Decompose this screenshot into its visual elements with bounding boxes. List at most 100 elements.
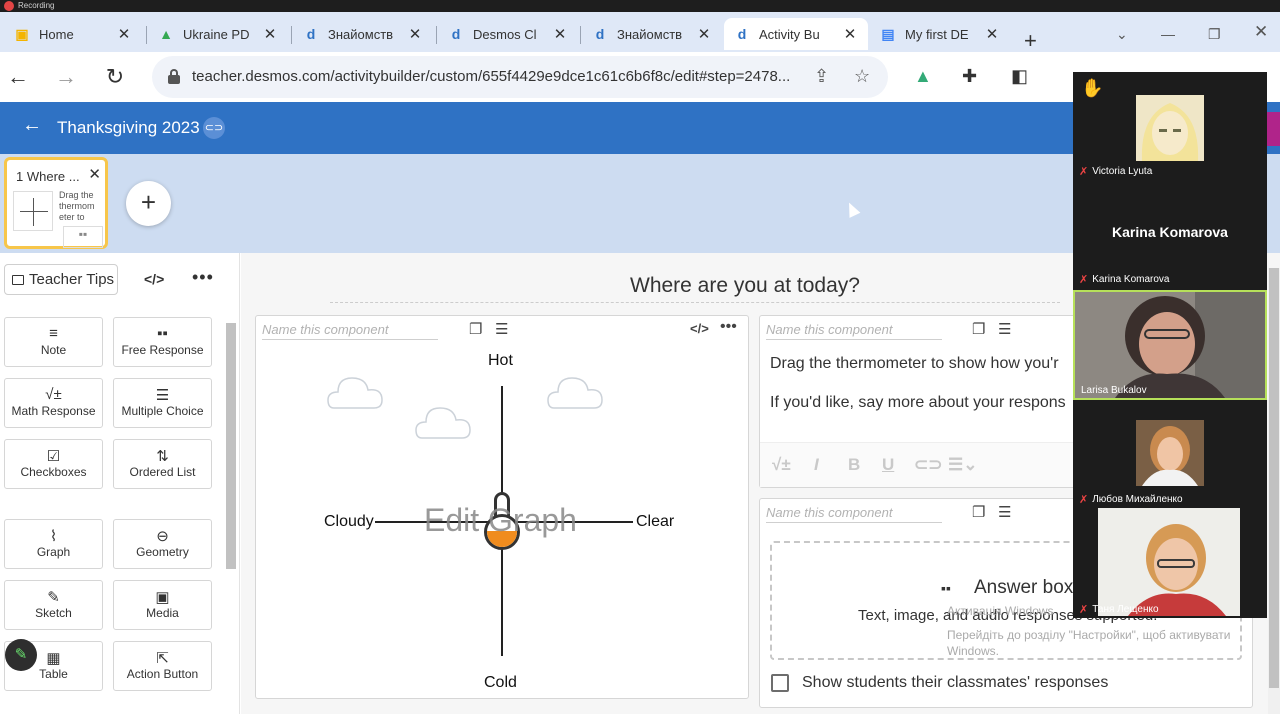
- forward-icon[interactable]: →: [53, 64, 79, 90]
- component-math-response[interactable]: √± Math Response: [4, 378, 103, 428]
- close-icon[interactable]: ✕: [407, 25, 423, 43]
- note-icon: ≡: [49, 325, 58, 342]
- side-panel-icon[interactable]: ◧: [1011, 66, 1028, 87]
- participant-tile-active-speaker[interactable]: Larisa Bukalov: [1073, 290, 1267, 400]
- show-classmates-label[interactable]: Show students their classmates' response…: [802, 674, 1108, 692]
- component-label: Ordered List: [129, 465, 196, 479]
- url-text[interactable]: teacher.desmos.com/activitybuilder/custo…: [192, 68, 790, 85]
- participant-tile[interactable]: Karina Komarova ✗ Karina Komarova: [1073, 180, 1267, 288]
- link-icon[interactable]: ⊂⊃: [914, 455, 943, 475]
- copy-icon[interactable]: ❐: [972, 503, 985, 521]
- menu-icon[interactable]: ☰: [495, 320, 508, 338]
- math-format-icon[interactable]: √±: [772, 455, 791, 475]
- code-icon[interactable]: </>: [144, 271, 164, 287]
- component-media[interactable]: ▣ Media: [113, 580, 212, 630]
- muted-mic-icon: ✗: [1079, 166, 1089, 178]
- free-response-icon: ▪▪: [941, 580, 951, 596]
- graph-label-hot: Hot: [488, 352, 513, 369]
- component-label: Action Button: [126, 667, 199, 681]
- tab-search-chevron-icon[interactable]: ⌄: [1116, 26, 1128, 43]
- close-icon[interactable]: ✕: [262, 25, 278, 43]
- screen-preview-response-icon: ▪▪: [63, 226, 103, 248]
- participant-display-name: Karina Komarova: [1112, 224, 1228, 240]
- close-icon[interactable]: ✕: [696, 25, 712, 43]
- copy-icon[interactable]: ❐: [469, 320, 482, 338]
- align-icon[interactable]: ☰⌄: [948, 455, 977, 475]
- annotate-pencil-icon[interactable]: ✎: [5, 639, 37, 671]
- participant-name: ✗ Karina Komarova: [1079, 274, 1170, 286]
- activity-title[interactable]: Thanksgiving 2023: [57, 118, 200, 138]
- component-sketch[interactable]: ✎ Sketch: [4, 580, 103, 630]
- italic-icon[interactable]: I: [814, 455, 819, 475]
- tab-activity-builder[interactable]: d Activity Bu ✕: [724, 18, 868, 50]
- close-icon[interactable]: ✕: [552, 25, 568, 43]
- close-window-icon[interactable]: ✕: [1254, 22, 1268, 42]
- tab-desmos-1[interactable]: d Знайомств ✕: [293, 18, 433, 50]
- edit-graph-overlay[interactable]: Edit Graph: [424, 502, 577, 539]
- component-panel: Teacher Tips </> ••• ≡ Note ▪▪ Free Resp…: [0, 253, 240, 714]
- code-icon[interactable]: </>: [690, 321, 709, 336]
- participant-tile[interactable]: ✋ ✗ Victoria Lyuta: [1073, 72, 1267, 180]
- component-checkboxes[interactable]: ☑ Checkboxes: [4, 439, 103, 489]
- participant-tile[interactable]: ✗ Таня Лещенко: [1073, 508, 1267, 618]
- geometry-icon: ⊖: [156, 528, 169, 545]
- tab-home[interactable]: ▣ Home ✕: [4, 18, 142, 50]
- show-classmates-checkbox[interactable]: [771, 674, 789, 692]
- reload-icon[interactable]: ↻: [102, 64, 128, 90]
- back-arrow-icon[interactable]: ←: [22, 114, 42, 137]
- muted-mic-icon: ✗: [1079, 494, 1089, 506]
- bookmark-star-icon[interactable]: ☆: [854, 66, 870, 87]
- note-text-line-2[interactable]: If you'd like, say more about your respo…: [770, 394, 1066, 412]
- editor-scrollbar[interactable]: [1268, 268, 1280, 714]
- more-options-icon[interactable]: •••: [720, 318, 737, 336]
- minimize-icon[interactable]: —: [1161, 26, 1175, 42]
- new-tab-plus-icon[interactable]: +: [1024, 28, 1037, 54]
- copy-icon[interactable]: ❐: [972, 320, 985, 338]
- component-action-button[interactable]: ⇱ Action Button: [113, 641, 212, 691]
- menu-icon[interactable]: ☰: [998, 320, 1011, 338]
- cloud-icon: [327, 377, 383, 409]
- component-graph[interactable]: ⌇ Graph: [4, 519, 103, 569]
- component-name-input[interactable]: Name this component: [766, 322, 942, 340]
- more-options-icon[interactable]: •••: [192, 267, 214, 288]
- bold-icon[interactable]: B: [848, 455, 860, 475]
- component-free-response[interactable]: ▪▪ Free Response: [113, 317, 212, 367]
- tab-my-first-de[interactable]: ▤ My first DE ✕: [870, 18, 1010, 50]
- tab-label: Activity Bu: [759, 26, 820, 42]
- math-response-icon: √±: [45, 386, 62, 403]
- component-panel-scrollbar[interactable]: [224, 311, 238, 711]
- windows-watermark-line-3: Windows.: [947, 644, 1000, 658]
- component-geometry[interactable]: ⊖ Geometry: [113, 519, 212, 569]
- participant-tile[interactable]: ✗ Любов Михайленко: [1073, 400, 1267, 508]
- desmos-icon: d: [451, 26, 461, 42]
- back-icon[interactable]: ←: [5, 64, 31, 90]
- component-name-input[interactable]: Name this component: [766, 505, 942, 523]
- teacher-tips-button[interactable]: Teacher Tips: [4, 264, 118, 295]
- close-icon[interactable]: ✕: [116, 25, 132, 43]
- extensions-puzzle-icon[interactable]: ✚: [962, 66, 977, 87]
- screen-card[interactable]: 1 Where ... ✕ Drag the thermom eter to ▪…: [4, 157, 108, 249]
- share-icon[interactable]: ⇪: [814, 66, 829, 87]
- component-label: Note: [40, 343, 67, 357]
- address-bar[interactable]: teacher.desmos.com/activitybuilder/custo…: [152, 56, 888, 98]
- component-ordered-list[interactable]: ⇅ Ordered List: [113, 439, 212, 489]
- screen-question-title[interactable]: Where are you at today?: [630, 274, 860, 298]
- close-icon[interactable]: ✕: [88, 165, 101, 183]
- extension-icon[interactable]: ▲: [914, 66, 932, 87]
- close-icon[interactable]: ✕: [842, 25, 858, 43]
- recording-label: Recording: [18, 1, 55, 10]
- component-multiple-choice[interactable]: ☰ Multiple Choice: [113, 378, 212, 428]
- component-name-input[interactable]: Name this component: [262, 322, 438, 340]
- tab-desmos-2[interactable]: d Знайомств ✕: [582, 18, 722, 50]
- link-icon[interactable]: ⊂⊃: [203, 117, 225, 139]
- close-icon[interactable]: ✕: [984, 25, 1000, 43]
- tab-desmos-classroom[interactable]: d Desmos Cl ✕: [438, 18, 578, 50]
- menu-icon[interactable]: ☰: [998, 503, 1011, 521]
- component-note[interactable]: ≡ Note: [4, 317, 103, 367]
- tab-ukraine-pd[interactable]: ▲ Ukraine PD ✕: [148, 18, 288, 50]
- cloud-icon: [415, 407, 471, 439]
- add-screen-button[interactable]: +: [126, 181, 171, 226]
- note-text-line-1[interactable]: Drag the thermometer to show how you'r: [770, 355, 1059, 373]
- restore-icon[interactable]: ❐: [1208, 26, 1221, 43]
- underline-icon[interactable]: U: [882, 455, 894, 475]
